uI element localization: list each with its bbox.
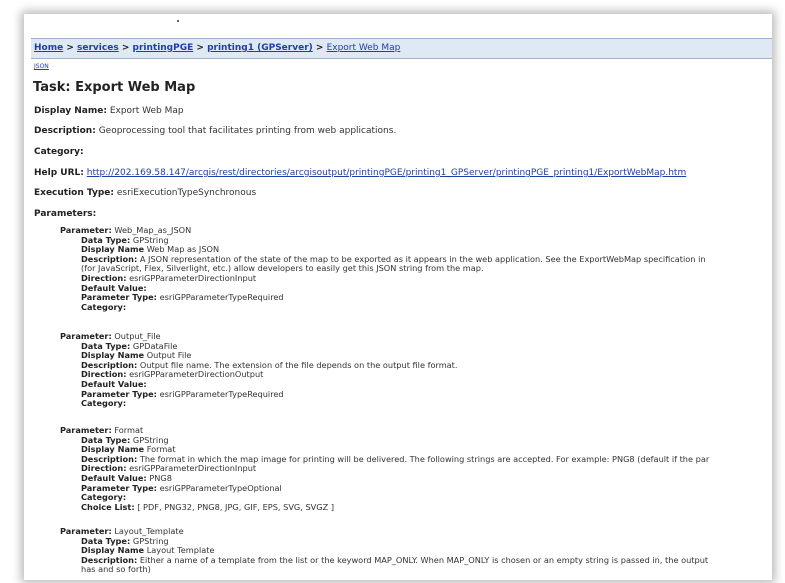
- display-name-value: Export Web Map: [109, 106, 184, 116]
- parameters-heading: Parameters:: [34, 209, 97, 219]
- breadcrumb-printingpge[interactable]: printingPGE: [133, 43, 194, 53]
- help-url-link[interactable]: http://202.169.58.147/arcgis/rest/direct…: [87, 168, 686, 178]
- breadcrumb-separator: >: [315, 43, 324, 53]
- description-value: Geoprocessing tool that facilitates prin…: [98, 126, 397, 136]
- category-label: Category:: [34, 147, 84, 157]
- parameter-name: Format: [114, 425, 144, 435]
- parameter-type-row: Parameter Type: esriGPParameterTypeOptio…: [81, 482, 282, 493]
- execution-type-label: Execution Type:: [34, 188, 114, 198]
- execution-type-row: Execution Type: esriExecutionTypeSynchro…: [34, 188, 256, 198]
- parameter-block: Parameter: Output_File Data Type: GPData…: [60, 331, 458, 409]
- display-name-label: Display Name:: [34, 106, 107, 116]
- json-link[interactable]: JSON: [34, 63, 49, 70]
- description-row: Description: Geoprocessing tool that fac…: [34, 126, 396, 136]
- description-label: Description:: [34, 126, 96, 136]
- page-title: Task: Export Web Map: [33, 80, 196, 95]
- breadcrumb-separator: >: [196, 43, 204, 53]
- description-row: Description: Either a name of a template…: [81, 554, 709, 565]
- parameter-name: Web_Map_as_JSON: [114, 225, 192, 235]
- category-row: Category:: [34, 147, 84, 157]
- browser-page: Home > services > printingPGE > printing…: [24, 14, 772, 580]
- breadcrumb-home[interactable]: Home: [34, 43, 63, 53]
- display-name-row: Display Name: Export Web Map: [34, 106, 184, 116]
- parameter-block: Parameter: Web_Map_as_JSON Data Type: GP…: [60, 225, 706, 312]
- direction-row: Direction: esriGPParameterDirectionInput: [81, 272, 257, 283]
- category-row: Category:: [81, 301, 127, 312]
- choice-list-row: Choice List: [ PDF, PNG32, PNG8, JPG, GI…: [81, 501, 335, 512]
- page-dot: [177, 20, 179, 22]
- parameter-name: Output_File: [114, 331, 161, 341]
- parameter-type-row: Parameter Type: esriGPParameterTypeRequi…: [81, 292, 284, 303]
- parameter-name: Layout_Template: [114, 526, 184, 536]
- parameter-block: Parameter: Format Data Type: GPString Di…: [60, 425, 709, 512]
- parameter-block: Parameter: Layout_Template Data Type: GP…: [60, 526, 709, 575]
- help-url-row: Help URL: http://202.169.58.147/arcgis/r…: [34, 168, 686, 178]
- help-url-label: Help URL:: [34, 168, 84, 178]
- description-continuation: has and so forth): [81, 564, 151, 575]
- breadcrumb-gpserver[interactable]: printing1 (GPServer): [207, 43, 313, 53]
- breadcrumb-services[interactable]: services: [77, 43, 119, 53]
- breadcrumb-separator: >: [121, 43, 130, 53]
- category-row: Category:: [81, 398, 127, 409]
- execution-type-value: esriExecutionTypeSynchronous: [116, 188, 257, 198]
- breadcrumb: Home > services > printingPGE > printing…: [31, 38, 772, 59]
- breadcrumb-separator: >: [66, 43, 74, 53]
- breadcrumb-current[interactable]: Export Web Map: [327, 43, 401, 53]
